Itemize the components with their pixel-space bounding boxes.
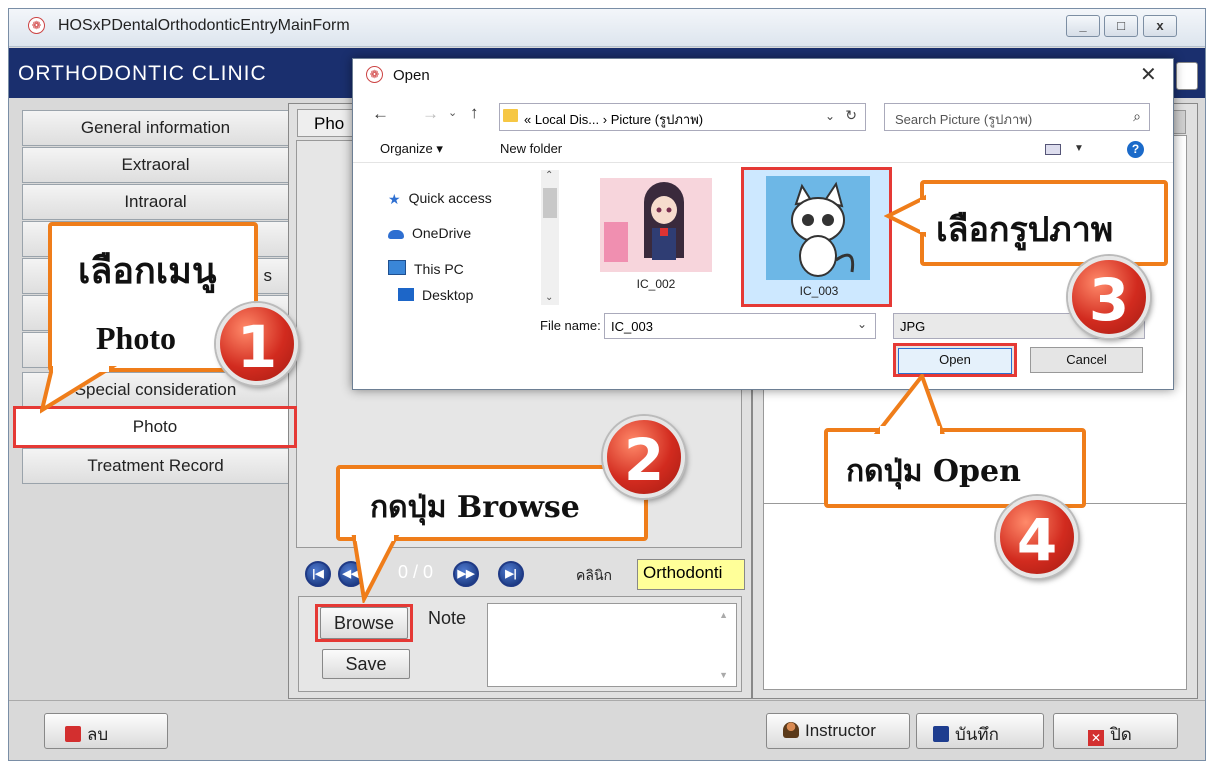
nav-item-treatment-record[interactable]: Treatment Record (22, 448, 289, 484)
step-1-badge: 1 (216, 303, 298, 385)
delete-button[interactable]: ลบ (44, 713, 168, 749)
organize-menu[interactable]: Organize ▾ (380, 141, 443, 157)
address-path: « Local Dis... › Picture (รูปภาพ) (524, 112, 704, 127)
scroll-down-icon[interactable]: ▼ (719, 670, 728, 680)
clinic-label: คลินิก (576, 567, 612, 583)
up-arrow-icon[interactable]: ↑ (470, 103, 479, 123)
nav-item-extraoral[interactable]: Extraoral (22, 147, 289, 183)
nav-item-intraoral[interactable]: Intraoral (22, 184, 289, 220)
search-placeholder: Search Picture (รูปภาพ) (895, 112, 1033, 127)
cancel-button[interactable]: Cancel (1030, 347, 1143, 373)
step-4-badge: 4 (996, 496, 1078, 578)
first-record-icon[interactable]: |◀ (305, 561, 331, 587)
close-x-icon: ✕ (1088, 730, 1104, 746)
desktop-icon (398, 288, 414, 301)
instructor-button[interactable]: Instructor (766, 713, 910, 749)
close-form-button[interactable]: ✕ ปิด (1053, 713, 1178, 749)
tree-item-this-pc[interactable]: This PC (388, 260, 464, 277)
cat-thumbnail (766, 176, 870, 280)
callout-step-3-text: เลือกรูปภาพ (936, 210, 1114, 250)
floppy-disk-icon (933, 726, 949, 742)
note-textarea[interactable]: ▲ ▼ (487, 603, 737, 687)
callout-step-1-text: เลือกเมนู (78, 251, 217, 292)
close-window-button[interactable]: x (1143, 15, 1177, 37)
chevron-down-icon[interactable]: ⌄ (857, 317, 867, 331)
save-record-label: บันทึก (955, 725, 999, 744)
computer-icon (388, 260, 406, 275)
user-icon (783, 722, 799, 738)
search-input[interactable]: Search Picture (รูปภาพ) ⌕ (884, 103, 1150, 131)
tree-item-onedrive[interactable]: OneDrive (388, 225, 471, 241)
file-name-value: IC_003 (611, 319, 653, 334)
callout-pointer-1 (40, 364, 118, 414)
file-name-field[interactable]: IC_003 ⌄ (604, 313, 876, 339)
nav-item-general-information[interactable]: General information (22, 110, 289, 146)
view-dropdown-icon[interactable]: ▼ (1074, 143, 1084, 154)
trash-icon (65, 726, 81, 742)
file-name-label: IC_002 (636, 277, 676, 291)
step-2-badge: 2 (603, 416, 685, 498)
file-name-label: IC_003 (799, 284, 839, 298)
note-label: Note (428, 608, 467, 628)
delete-label: ลบ (87, 725, 109, 744)
tree-scrollbar[interactable]: ⌃ ⌄ (541, 170, 559, 305)
open-button-label: Open (898, 348, 1012, 374)
cloud-icon (388, 230, 404, 239)
scrollbar-thumb[interactable] (543, 188, 557, 218)
minimize-button[interactable]: _ (1066, 15, 1100, 37)
open-button[interactable]: Open (893, 343, 1017, 377)
recent-locations-icon[interactable]: ⌄ (448, 106, 457, 119)
scroll-down-icon[interactable]: ⌄ (545, 292, 553, 303)
header-side-button[interactable] (1176, 62, 1198, 90)
callout-pointer-2 (351, 533, 400, 603)
view-options-icon[interactable] (1045, 144, 1061, 155)
help-icon[interactable]: ? (1127, 141, 1144, 158)
tree-item-quick-access[interactable]: ★ Quick access (388, 190, 492, 207)
app-logo-icon: ❁ (28, 17, 45, 34)
star-icon: ★ (388, 191, 401, 207)
callout-step-2-text: กดปุ่ม Browse (370, 490, 580, 525)
tree-label: OneDrive (412, 225, 472, 241)
new-folder-button[interactable]: New folder (500, 141, 562, 156)
clinic-field[interactable]: Orthodonti (637, 559, 745, 590)
file-item-ic-003[interactable]: IC_003 (741, 167, 892, 307)
file-item-ic-002[interactable]: IC_002 (594, 168, 718, 291)
file-name-label: File name: (540, 318, 601, 333)
callout-step-4-text: กดปุ่ม Open (846, 454, 1021, 489)
tree-item-desktop[interactable]: Desktop (398, 287, 473, 303)
close-label: ปิด (1110, 725, 1132, 744)
callout-pointer-4 (873, 374, 945, 434)
highlight-browse-button (315, 604, 413, 642)
tree-label: Desktop (422, 287, 474, 303)
dialog-title: Open (393, 67, 430, 84)
callout-step-1-sub: Photo (96, 320, 176, 356)
folder-icon (503, 109, 518, 122)
anime-girl-thumbnail (600, 178, 712, 272)
search-icon: ⌕ (1133, 108, 1141, 124)
save-record-button[interactable]: บันทึก (916, 713, 1044, 749)
instructor-label: Instructor (805, 721, 876, 740)
back-arrow-icon[interactable]: ← (372, 104, 389, 124)
window-title: HOSxPDentalOrthodonticEntryMainForm (58, 17, 350, 34)
maximize-button[interactable]: □ (1104, 15, 1138, 37)
page-title: ORTHODONTIC CLINIC (18, 62, 267, 85)
tree-label: This PC (414, 261, 464, 277)
forward-arrow-icon[interactable]: → (422, 104, 439, 124)
scroll-up-icon[interactable]: ▲ (719, 610, 728, 620)
last-record-icon[interactable]: ▶| (498, 561, 524, 587)
refresh-icon[interactable]: ↻ (845, 107, 857, 124)
callout-pointer-3 (884, 194, 928, 238)
tab-photo[interactable]: Pho (297, 109, 357, 137)
dialog-logo-icon: ❁ (366, 66, 383, 83)
tree-label: Quick access (408, 190, 492, 206)
next-record-icon[interactable]: ▶▶ (453, 561, 479, 587)
scroll-up-icon[interactable]: ⌃ (545, 170, 553, 181)
chevron-down-icon[interactable]: ⌄ (825, 109, 835, 123)
step-3-badge: 3 (1068, 256, 1150, 338)
dialog-close-button[interactable]: ✕ (1140, 62, 1157, 87)
save-photo-button[interactable]: Save (322, 649, 410, 679)
address-bar[interactable]: « Local Dis... › Picture (รูปภาพ) ⌄ ↻ (499, 103, 866, 131)
